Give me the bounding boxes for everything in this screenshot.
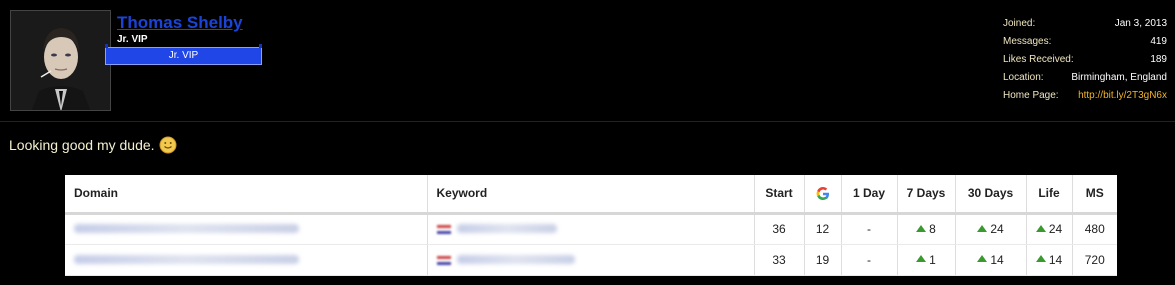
table-row: 36 12 - 8 24 24 480 bbox=[65, 213, 1117, 245]
header-7-days: 7 Days bbox=[897, 175, 956, 215]
start-cell: 33 bbox=[754, 244, 805, 276]
google-icon bbox=[816, 186, 829, 200]
google-rank-cell: 12 bbox=[804, 213, 842, 245]
arrow-up-icon bbox=[916, 224, 927, 232]
days7-cell: 8 bbox=[897, 213, 956, 245]
header-1-day: 1 Day bbox=[841, 175, 898, 215]
header-keyword: Keyword bbox=[427, 175, 755, 215]
ranking-table: Domain Keyword Start 1 Day 7 Days 30 Day… bbox=[65, 175, 1117, 276]
days30-value: 24 bbox=[990, 222, 1004, 237]
stat-location: Location: Birmingham, England bbox=[1003, 71, 1167, 89]
user-info-panel: Thomas Shelby Jr. VIP Jr. VIP Joined: Ja… bbox=[0, 0, 1175, 122]
post-message: Looking good my dude. bbox=[9, 136, 177, 154]
username-link[interactable]: Thomas Shelby bbox=[117, 13, 243, 33]
smiley-icon bbox=[159, 136, 177, 154]
user-rank-banner: Jr. VIP bbox=[105, 44, 262, 65]
day1-cell: - bbox=[841, 213, 898, 245]
ms-cell: 720 bbox=[1072, 244, 1117, 276]
arrow-up-icon bbox=[1035, 224, 1046, 232]
arrow-up-icon bbox=[1035, 255, 1046, 263]
domain-cell-blurred bbox=[65, 213, 428, 245]
avatar[interactable] bbox=[10, 10, 111, 111]
keyword-cell-blurred bbox=[427, 213, 755, 245]
google-rank-cell: 19 bbox=[804, 244, 842, 276]
stat-label: Messages: bbox=[1003, 36, 1052, 47]
days7-value: 8 bbox=[929, 222, 936, 237]
days7-value: 1 bbox=[929, 252, 936, 267]
days7-cell: 1 bbox=[897, 244, 956, 276]
user-title: Jr. VIP bbox=[117, 34, 148, 45]
stat-messages: Messages: 419 bbox=[1003, 35, 1167, 53]
ranking-table-image: Domain Keyword Start 1 Day 7 Days 30 Day… bbox=[65, 175, 1117, 276]
avatar-portrait-image bbox=[11, 11, 110, 110]
days30-cell: 14 bbox=[955, 244, 1027, 276]
keyword-cell-blurred bbox=[427, 244, 755, 276]
days30-value: 14 bbox=[990, 252, 1004, 267]
table-header-row: Domain Keyword Start 1 Day 7 Days 30 Day… bbox=[65, 175, 1117, 215]
stat-value[interactable]: 419 bbox=[1150, 35, 1167, 53]
arrow-up-icon bbox=[977, 224, 988, 232]
ms-cell: 480 bbox=[1072, 213, 1117, 245]
stat-label: Home Page: bbox=[1003, 90, 1059, 101]
table-row: 33 19 - 1 14 14 720 bbox=[65, 244, 1117, 276]
header-ms: MS bbox=[1072, 175, 1117, 215]
life-value: 14 bbox=[1048, 252, 1063, 267]
arrow-up-icon bbox=[916, 255, 927, 263]
life-cell: 14 bbox=[1026, 244, 1073, 276]
days30-cell: 24 bbox=[955, 213, 1027, 245]
arrow-up-icon bbox=[977, 255, 988, 263]
stat-likes: Likes Received: 189 bbox=[1003, 53, 1167, 71]
header-start: Start bbox=[754, 175, 805, 215]
header-30-days: 30 Days bbox=[955, 175, 1027, 215]
stat-joined: Joined: Jan 3, 2013 bbox=[1003, 17, 1167, 35]
stat-homepage: Home Page: http://bit.ly/2T3gN6x bbox=[1003, 89, 1167, 107]
stat-value: Birmingham, England bbox=[1071, 72, 1167, 83]
header-life: Life bbox=[1026, 175, 1073, 215]
life-value: 24 bbox=[1048, 222, 1063, 237]
stat-value: Jan 3, 2013 bbox=[1114, 18, 1167, 29]
stat-label: Likes Received: bbox=[1003, 54, 1074, 65]
header-domain: Domain bbox=[65, 175, 428, 215]
header-google bbox=[804, 175, 842, 215]
stat-label: Location: bbox=[1003, 72, 1044, 83]
message-text: Looking good my dude. bbox=[9, 137, 155, 153]
domain-cell-blurred bbox=[65, 244, 428, 276]
day1-cell: - bbox=[841, 244, 898, 276]
user-stats: Joined: Jan 3, 2013 Messages: 419 Likes … bbox=[1003, 17, 1167, 107]
start-cell: 36 bbox=[754, 213, 805, 245]
homepage-link[interactable]: http://bit.ly/2T3gN6x bbox=[1078, 89, 1167, 107]
life-cell: 24 bbox=[1026, 213, 1073, 245]
stat-value: 189 bbox=[1150, 54, 1167, 65]
stat-label: Joined: bbox=[1003, 18, 1036, 29]
